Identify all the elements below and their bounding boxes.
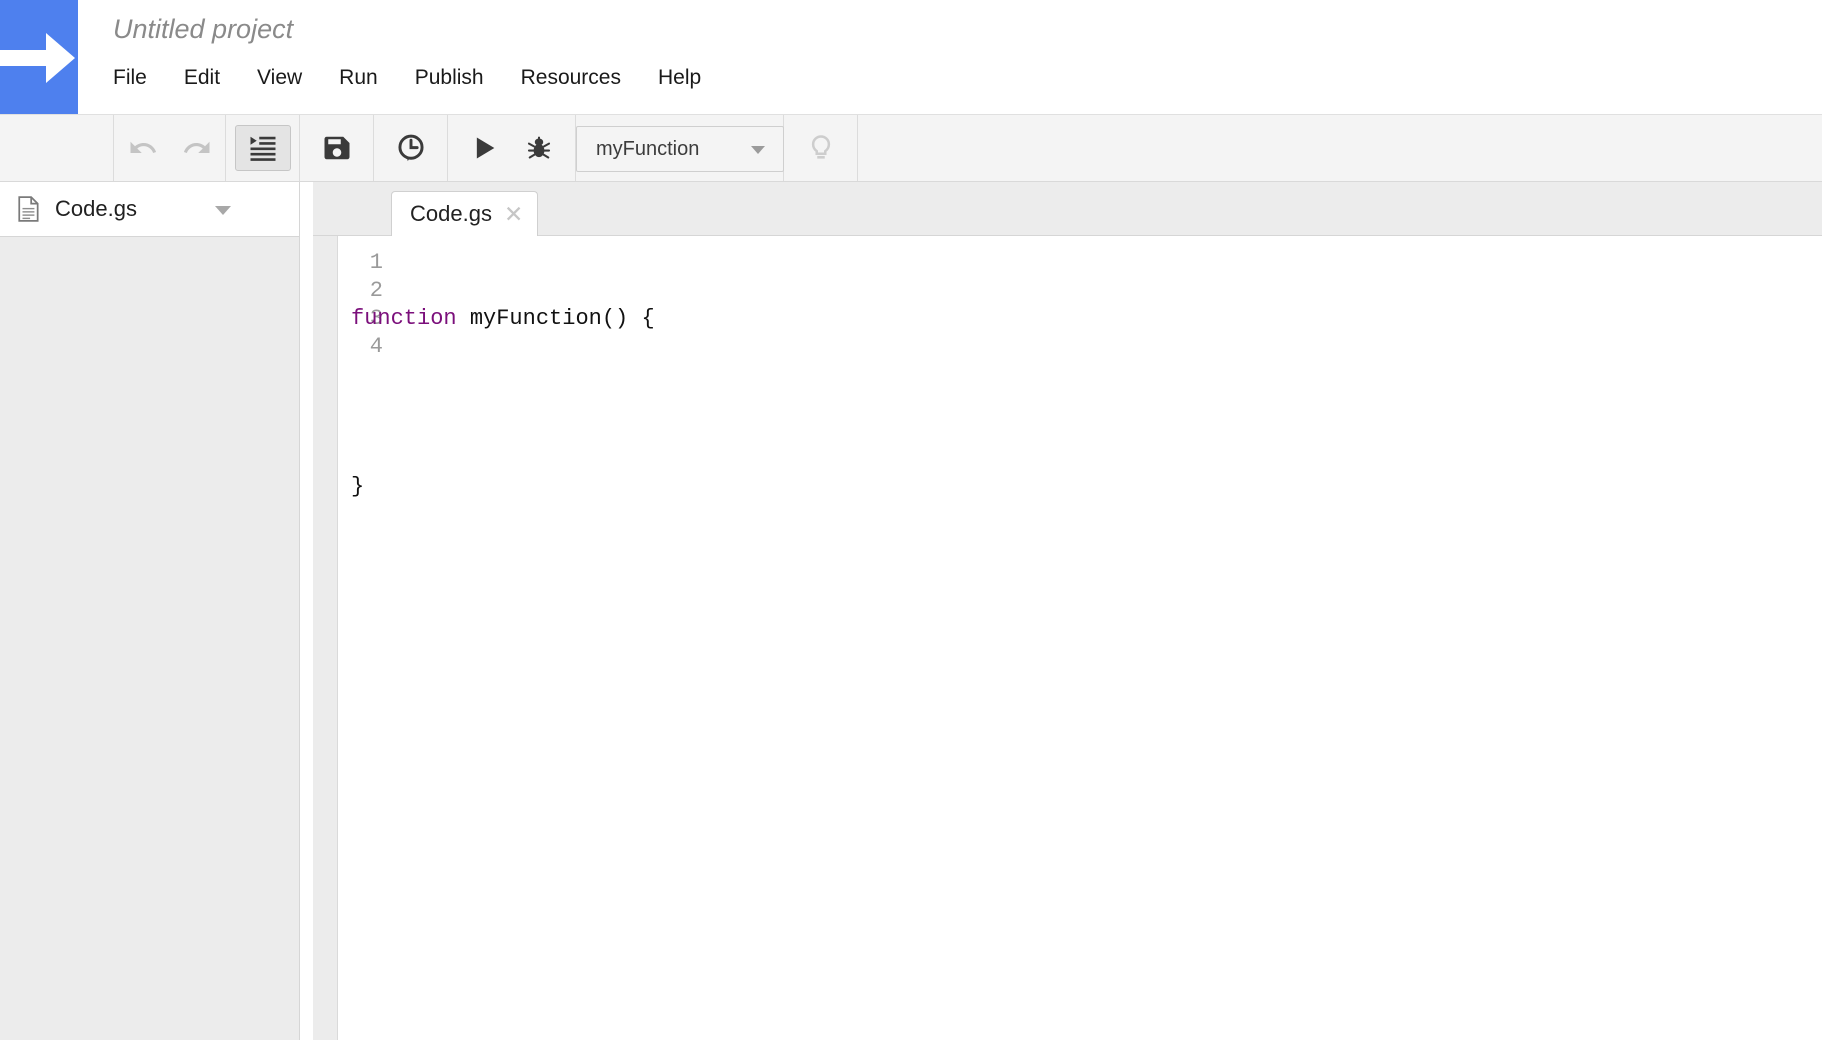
code-line-4 bbox=[351, 557, 1822, 585]
version-history-button[interactable] bbox=[384, 115, 438, 181]
project-title[interactable]: Untitled project bbox=[113, 14, 293, 45]
menu-edit[interactable]: Edit bbox=[184, 63, 220, 93]
toolbar-group-indent bbox=[226, 115, 300, 181]
save-button[interactable] bbox=[310, 115, 364, 181]
menu-resources[interactable]: Resources bbox=[521, 63, 621, 93]
code-editor[interactable]: 1 2 3 4 function myFunction() { } bbox=[313, 236, 1822, 1040]
toolbar-group-history-clock bbox=[374, 115, 448, 181]
file-sidebar: Code.gs bbox=[0, 182, 300, 1040]
app-header: Untitled project File Edit View Run Publ… bbox=[0, 0, 1822, 115]
lightbulb-icon bbox=[806, 133, 836, 163]
code-line-2 bbox=[351, 389, 1822, 417]
play-icon bbox=[471, 134, 499, 162]
run-button[interactable] bbox=[458, 115, 512, 181]
arrow-right-icon bbox=[0, 30, 78, 86]
keyword-token: function bbox=[351, 306, 457, 331]
app-logo[interactable] bbox=[0, 0, 78, 114]
menu-view[interactable]: View bbox=[257, 63, 302, 93]
menu-help[interactable]: Help bbox=[658, 63, 701, 93]
tab-label: Code.gs bbox=[410, 201, 492, 227]
sidebar-file-label: Code.gs bbox=[55, 196, 137, 222]
indent-icon bbox=[248, 133, 278, 163]
bug-icon bbox=[524, 133, 554, 163]
indent-button[interactable] bbox=[235, 125, 291, 171]
function-select[interactable]: myFunction bbox=[576, 126, 784, 172]
code-line-1: function myFunction() { bbox=[351, 305, 1822, 333]
code-content[interactable]: function myFunction() { } bbox=[351, 249, 1822, 641]
toolbar-group-execution bbox=[448, 115, 576, 181]
toolbar-group-save bbox=[300, 115, 374, 181]
redo-icon bbox=[182, 133, 212, 163]
code-line-1-rest: myFunction() { bbox=[457, 306, 655, 331]
redo-button[interactable] bbox=[170, 115, 224, 181]
toolbar: myFunction bbox=[0, 115, 1822, 182]
chevron-down-icon[interactable] bbox=[215, 206, 231, 215]
sidebar-file-list bbox=[0, 237, 299, 1040]
toolbar-group-history bbox=[113, 115, 226, 181]
function-select-value: myFunction bbox=[596, 138, 699, 161]
menu-bar: File Edit View Run Publish Resources Hel… bbox=[113, 60, 701, 96]
editor-region: Code.gs ✕ 1 2 3 4 function myFunction() … bbox=[313, 182, 1822, 1040]
apps-script-editor-window: Untitled project File Edit View Run Publ… bbox=[0, 0, 1822, 1040]
file-script-icon bbox=[18, 196, 40, 222]
clock-icon bbox=[395, 132, 427, 164]
toolbar-group-hint bbox=[784, 115, 858, 181]
menu-publish[interactable]: Publish bbox=[415, 63, 484, 93]
menu-run[interactable]: Run bbox=[339, 63, 378, 93]
undo-button[interactable] bbox=[116, 115, 170, 181]
chevron-down-icon bbox=[751, 146, 765, 154]
debug-button[interactable] bbox=[512, 115, 566, 181]
code-line-3: } bbox=[351, 473, 1822, 501]
sidebar-editor-divider bbox=[301, 182, 313, 1040]
save-icon bbox=[322, 133, 352, 163]
tab-code-gs[interactable]: Code.gs ✕ bbox=[391, 191, 538, 236]
undo-icon bbox=[128, 133, 158, 163]
sidebar-item-code-gs[interactable]: Code.gs bbox=[0, 182, 299, 237]
hint-button[interactable] bbox=[794, 115, 848, 181]
editor-tabstrip: Code.gs ✕ bbox=[313, 182, 1822, 236]
menu-file[interactable]: File bbox=[113, 63, 147, 93]
close-icon[interactable]: ✕ bbox=[504, 203, 523, 226]
